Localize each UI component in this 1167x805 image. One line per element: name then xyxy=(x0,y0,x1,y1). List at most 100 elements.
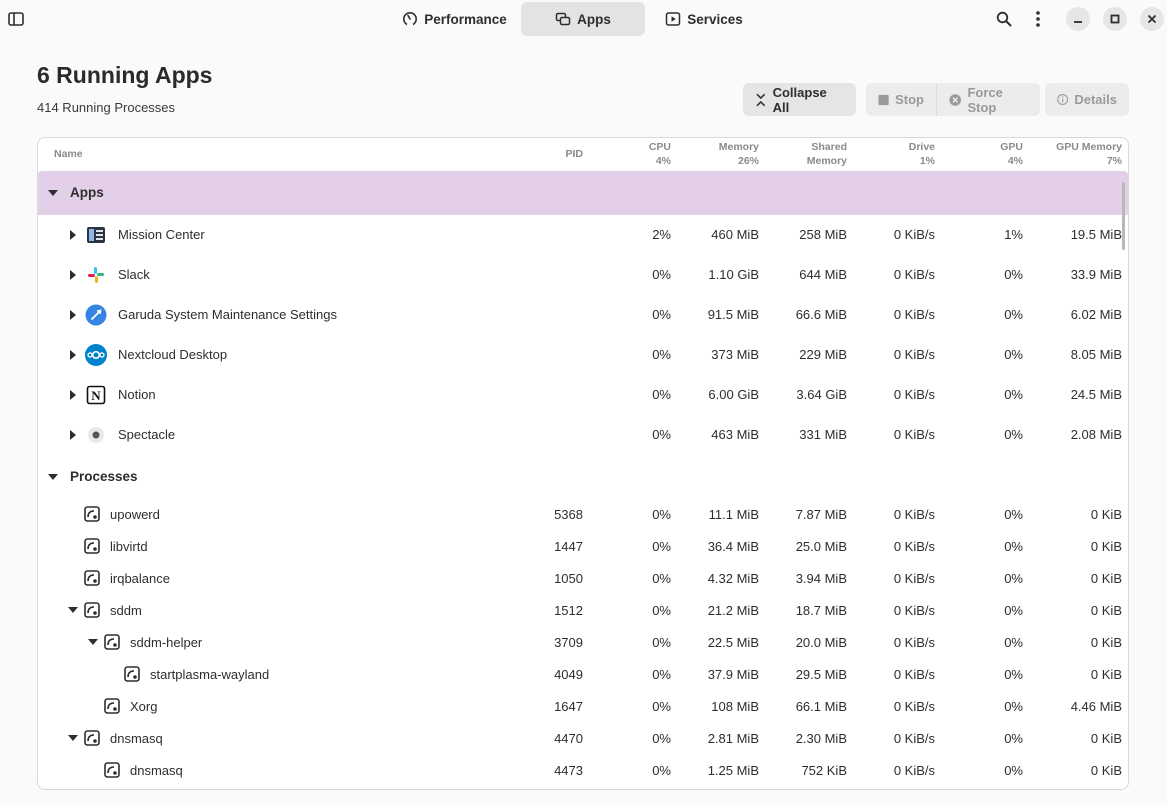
app-row[interactable]: Spectacle 0% 463 MiB 331 MiB 0 KiB/s 0% … xyxy=(38,415,1128,455)
expander-down-icon[interactable] xyxy=(48,190,58,196)
process-row[interactable]: dnsmasq 4470 0% 2.81 MiB 2.30 MiB 0 KiB/… xyxy=(38,722,1128,754)
minimize-button[interactable] xyxy=(1066,7,1090,31)
expander-right-icon[interactable] xyxy=(70,350,76,360)
column-header-name[interactable]: Name xyxy=(54,147,83,161)
gpu-cell: 0% xyxy=(1004,763,1023,778)
process-icon xyxy=(124,666,140,682)
memory-cell: 11.1 MiB xyxy=(708,507,759,522)
gpu-cell: 0% xyxy=(1004,731,1023,746)
process-row[interactable]: sddm-helper 3709 0% 22.5 MiB 20.0 MiB 0 … xyxy=(38,626,1128,658)
drive-cell: 0 KiB/s xyxy=(893,571,935,586)
cpu-cell: 2% xyxy=(652,227,671,242)
gpu-cell: 1% xyxy=(1004,227,1023,242)
column-header-cpu[interactable]: CPU 4% xyxy=(611,140,671,168)
memory-cell: 6.00 GiB xyxy=(708,387,759,402)
column-header-memory[interactable]: Memory 26% xyxy=(678,140,759,168)
tab-apps[interactable]: Apps xyxy=(521,2,645,36)
pid-cell: 3709 xyxy=(554,635,583,650)
drive-cell: 0 KiB/s xyxy=(893,603,935,618)
process-row[interactable]: dnsmasq 4473 0% 1.25 MiB 752 KiB 0 KiB/s… xyxy=(38,754,1128,786)
app-row[interactable]: Slack 0% 1.10 GiB 644 MiB 0 KiB/s 0% 33.… xyxy=(38,255,1128,295)
expander-right-icon[interactable] xyxy=(70,230,76,240)
process-name: startplasma-wayland xyxy=(150,667,270,682)
memory-cell: 36.4 MiB xyxy=(707,539,759,554)
expander-right-icon[interactable] xyxy=(70,430,76,440)
drive-cell: 0 KiB/s xyxy=(893,347,935,362)
process-row[interactable]: sddm 1512 0% 21.2 MiB 18.7 MiB 0 KiB/s 0… xyxy=(38,594,1128,626)
main-menu-button[interactable] xyxy=(1026,7,1050,31)
process-row[interactable]: upowerd 5368 0% 11.1 MiB 7.87 MiB 0 KiB/… xyxy=(38,498,1128,530)
force-stop-button[interactable]: Force Stop xyxy=(936,83,1040,116)
process-row[interactable]: libvirtd 1447 0% 36.4 MiB 25.0 MiB 0 KiB… xyxy=(38,530,1128,562)
drive-cell: 0 KiB/s xyxy=(893,731,935,746)
cpu-cell: 0% xyxy=(652,387,671,402)
collapse-all-button[interactable]: Collapse All xyxy=(743,83,856,116)
gpu-cell: 0% xyxy=(1004,427,1023,442)
drive-cell: 0 KiB/s xyxy=(893,635,935,650)
app-row[interactable]: Mission Center 2% 460 MiB 258 MiB 0 KiB/… xyxy=(38,215,1128,255)
pid-cell: 4049 xyxy=(554,667,583,682)
group-row-apps[interactable]: Apps xyxy=(38,171,1128,215)
gpu-memory-cell: 0 KiB xyxy=(1090,507,1122,522)
shared-memory-cell: 18.7 MiB xyxy=(795,603,847,618)
tab-services[interactable]: Services xyxy=(649,2,759,36)
cpu-cell: 0% xyxy=(652,635,671,650)
kebab-menu-icon xyxy=(1036,11,1040,27)
expander-down-icon[interactable] xyxy=(88,639,98,645)
process-icon xyxy=(84,538,100,554)
column-header-gpu-memory[interactable]: GPU Memory 7% xyxy=(1028,140,1122,168)
sidebar-toggle-button[interactable] xyxy=(4,7,28,31)
stop-button[interactable]: Stop xyxy=(866,83,936,116)
expander-down-icon[interactable] xyxy=(68,735,78,741)
app-name: Mission Center xyxy=(118,227,205,242)
shared-memory-cell: 20.0 MiB xyxy=(795,635,847,650)
gpu-memory-cell: 19.5 MiB xyxy=(1070,227,1122,242)
process-row[interactable]: irqbalance 1050 0% 4.32 MiB 3.94 MiB 0 K… xyxy=(38,562,1128,594)
tab-performance[interactable]: Performance xyxy=(392,2,517,36)
expander-right-icon[interactable] xyxy=(70,310,76,320)
cpu-cell: 0% xyxy=(652,507,671,522)
close-icon xyxy=(1147,14,1157,24)
close-button[interactable] xyxy=(1140,7,1164,31)
gpu-cell: 0% xyxy=(1004,347,1023,362)
details-button[interactable]: Details xyxy=(1045,83,1129,116)
services-icon xyxy=(665,12,681,26)
shared-memory-cell: 3.94 MiB xyxy=(795,571,847,586)
column-header-drive[interactable]: Drive 1% xyxy=(854,140,935,168)
mission-center-icon xyxy=(85,224,107,246)
column-header-shared-memory[interactable]: Shared Memory xyxy=(766,140,847,168)
maximize-button[interactable] xyxy=(1103,7,1127,31)
expander-right-icon[interactable] xyxy=(70,270,76,280)
process-row[interactable]: startplasma-wayland 4049 0% 37.9 MiB 29.… xyxy=(38,658,1128,690)
app-row[interactable]: Nextcloud Desktop 0% 373 MiB 229 MiB 0 K… xyxy=(38,335,1128,375)
process-row[interactable]: Xorg 1647 0% 108 MiB 66.1 MiB 0 KiB/s 0%… xyxy=(38,690,1128,722)
column-header-gpu[interactable]: GPU 4% xyxy=(942,140,1023,168)
group-row-processes[interactable]: Processes xyxy=(38,458,1128,494)
process-name: Xorg xyxy=(130,699,158,714)
memory-cell: 4.32 MiB xyxy=(707,571,759,586)
process-icon xyxy=(104,762,120,778)
sidebar-icon xyxy=(8,12,24,26)
memory-cell: 1.25 MiB xyxy=(707,763,759,778)
gpu-memory-cell: 2.08 MiB xyxy=(1070,427,1122,442)
gpu-memory-cell: 0 KiB xyxy=(1090,603,1122,618)
expander-down-icon[interactable] xyxy=(68,607,78,613)
pid-cell: 1512 xyxy=(554,603,583,618)
column-header-pid[interactable]: PID xyxy=(523,147,583,161)
memory-cell: 91.5 MiB xyxy=(707,307,759,322)
expander-down-icon[interactable] xyxy=(48,474,58,480)
process-name: dnsmasq xyxy=(130,763,183,778)
gpu-cell: 0% xyxy=(1004,699,1023,714)
gpu-cell: 0% xyxy=(1004,667,1023,682)
search-button[interactable] xyxy=(992,7,1016,31)
expander-right-icon[interactable] xyxy=(70,390,76,400)
force-stop-icon xyxy=(949,93,962,106)
app-row[interactable]: Garuda System Maintenance Settings 0% 91… xyxy=(38,295,1128,335)
process-icon xyxy=(84,506,100,522)
collapse-icon xyxy=(756,93,766,106)
gpu-memory-cell: 8.05 MiB xyxy=(1070,347,1122,362)
app-row[interactable]: N Notion 0% 6.00 GiB 3.64 GiB 0 KiB/s 0%… xyxy=(38,375,1128,415)
gpu-cell: 0% xyxy=(1004,539,1023,554)
shared-memory-cell: 258 MiB xyxy=(799,227,847,242)
tab-apps-label: Apps xyxy=(577,11,611,27)
